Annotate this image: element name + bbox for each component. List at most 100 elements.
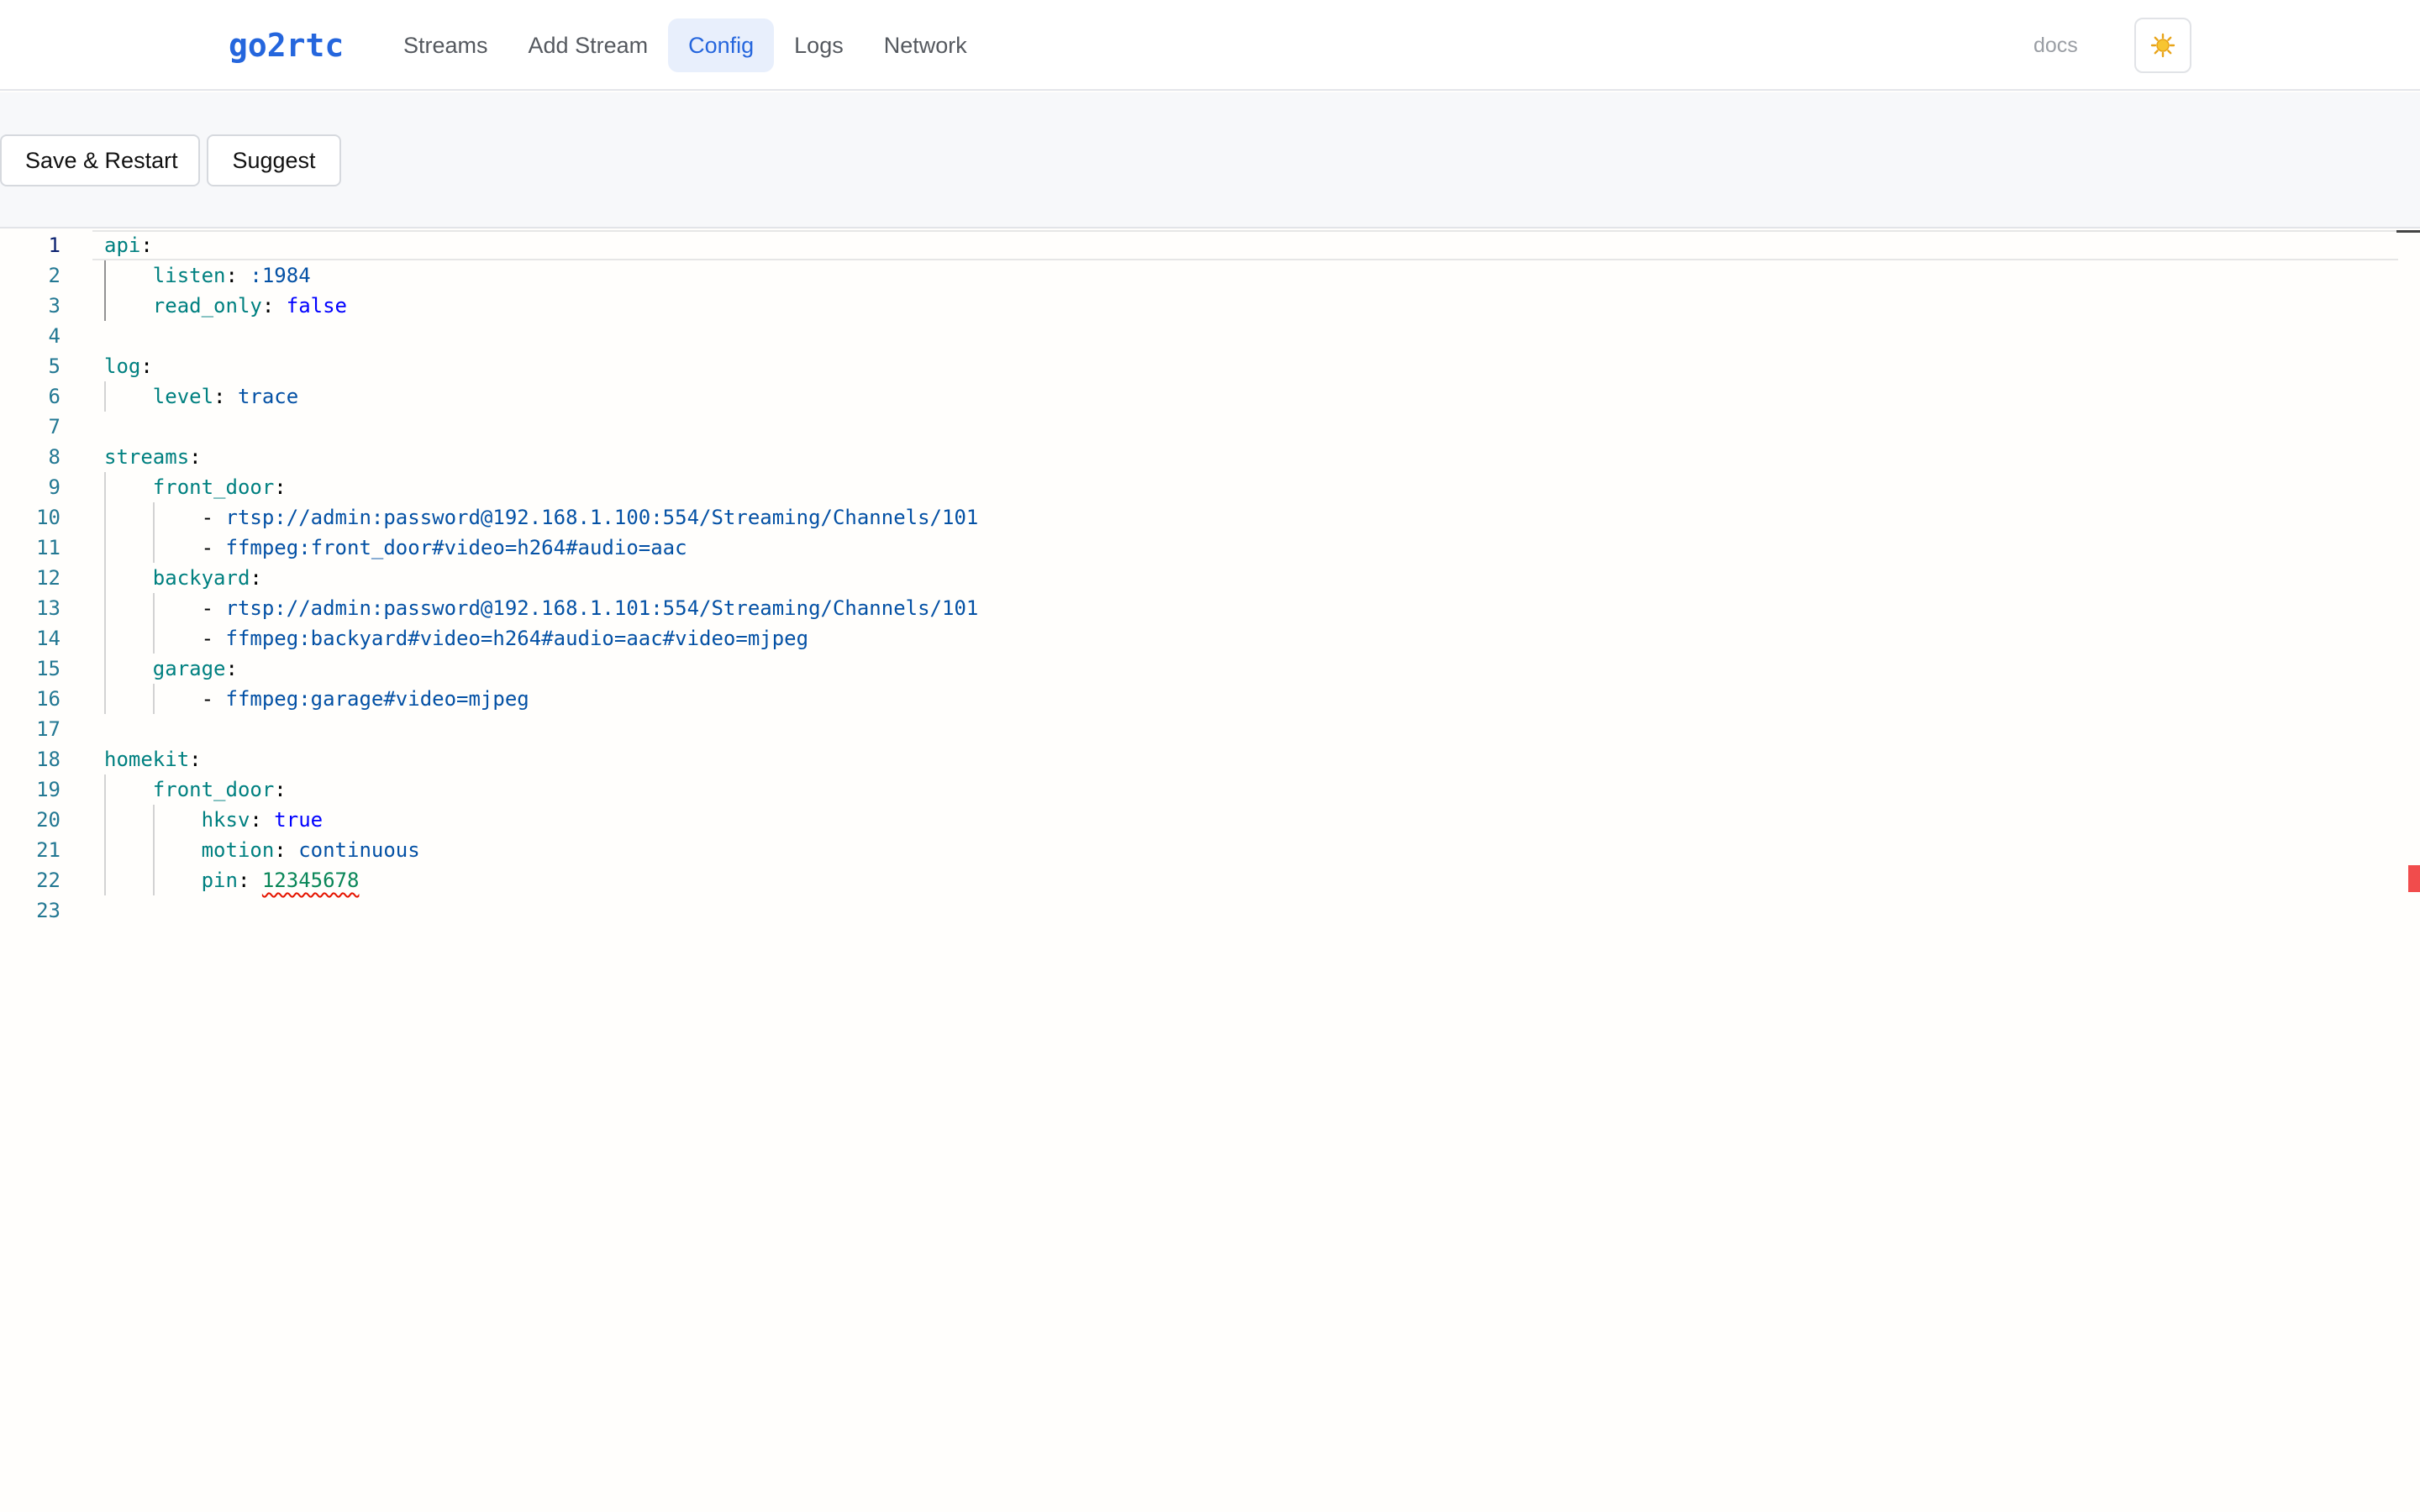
- code-token: true: [274, 808, 324, 832]
- code-token: listen: [152, 264, 226, 287]
- code-line: front_door:: [153, 774, 287, 805]
- line-number: 5: [48, 354, 60, 378]
- code-line: - ffmpeg:backyard#video=h264#audio=aac#v…: [202, 623, 808, 654]
- line-number: 2: [48, 264, 60, 287]
- code-line: garage:: [153, 654, 238, 684]
- code-token: :: [274, 838, 299, 862]
- code-token: :: [140, 234, 153, 257]
- sun-icon: [2150, 33, 2175, 58]
- code-token: :1984: [250, 264, 311, 287]
- code-token: :: [225, 657, 238, 680]
- code-token: :: [213, 385, 238, 408]
- line-number: 3: [48, 294, 60, 318]
- brand-logo[interactable]: go2rtc: [229, 24, 344, 67]
- code-token: trace: [237, 385, 299, 408]
- code-token: -: [201, 627, 226, 650]
- code-token: :: [250, 566, 262, 590]
- code-line: motion: continuous: [202, 835, 420, 865]
- code-line: api:: [104, 230, 153, 260]
- code-token: front_door: [152, 475, 275, 499]
- code-token: ffmpeg:backyard#video=h264#audio=aac#vid…: [225, 627, 809, 650]
- code-token: :: [225, 264, 250, 287]
- indent-guide: [104, 381, 106, 412]
- code-token: :: [274, 475, 287, 499]
- nav-links: Streams Add Stream Config Logs Network: [383, 18, 987, 72]
- code-line: homekit:: [104, 744, 202, 774]
- line-number: 18: [36, 748, 60, 771]
- code-token: api: [104, 234, 141, 257]
- code-token: motion: [201, 838, 275, 862]
- code-token: level: [152, 385, 214, 408]
- code-token: pin: [201, 869, 238, 892]
- line-number: 4: [48, 324, 60, 348]
- code-line: log:: [104, 351, 153, 381]
- code-token: :: [140, 354, 153, 378]
- indent-guide: [152, 502, 155, 563]
- line-number: 6: [48, 385, 60, 408]
- code-token: streams: [104, 445, 190, 469]
- line-number: 1: [48, 234, 60, 257]
- theme-toggle-button[interactable]: [2134, 18, 2191, 73]
- line-number: 21: [36, 838, 60, 862]
- code-token: garage: [152, 657, 226, 680]
- line-number: 10: [36, 506, 60, 529]
- error-scroll-marker[interactable]: [2408, 865, 2420, 892]
- code-line: hksv: true: [202, 805, 324, 835]
- current-line-highlight: [92, 230, 2398, 260]
- code-line: - ffmpeg:garage#video=mjpeg: [202, 684, 529, 714]
- code-token: front_door: [152, 778, 275, 801]
- line-number: 9: [48, 475, 60, 499]
- line-number: 15: [36, 657, 60, 680]
- code-token: :: [237, 869, 262, 892]
- code-token: -: [201, 536, 226, 559]
- code-token: false: [286, 294, 347, 318]
- code-line: - ffmpeg:front_door#video=h264#audio=aac: [202, 533, 687, 563]
- code-token: -: [201, 596, 226, 620]
- code-line: streams:: [104, 442, 202, 472]
- code-token: -: [201, 687, 226, 711]
- code-line: read_only: false: [153, 291, 347, 321]
- code-line: backyard:: [153, 563, 262, 593]
- nav-streams[interactable]: Streams: [383, 18, 508, 72]
- line-number: 11: [36, 536, 60, 559]
- save-restart-button[interactable]: Save & Restart: [0, 134, 200, 186]
- code-line: pin: 12345678: [202, 865, 360, 895]
- nav-add-stream[interactable]: Add Stream: [508, 18, 669, 72]
- code-line: - rtsp://admin:password@192.168.1.101:55…: [202, 593, 979, 623]
- line-number: 14: [36, 627, 60, 650]
- indent-guide: [152, 593, 155, 654]
- code-token: :: [274, 778, 287, 801]
- code-token: -: [201, 506, 226, 529]
- code-token: hksv: [201, 808, 250, 832]
- line-number: 8: [48, 445, 60, 469]
- nav-network[interactable]: Network: [864, 18, 987, 72]
- nav-config[interactable]: Config: [668, 18, 775, 72]
- suggest-button[interactable]: Suggest: [207, 134, 341, 186]
- indent-guide: [152, 684, 155, 714]
- line-number: 17: [36, 717, 60, 741]
- code-line: listen: :1984: [153, 260, 311, 291]
- config-toolbar: Save & Restart Suggest: [0, 92, 2420, 228]
- code-token: rtsp://admin:password@192.168.1.100:554/…: [225, 506, 979, 529]
- line-number: 23: [36, 899, 60, 922]
- overview-ruler-cursor: [2396, 230, 2420, 233]
- line-number: 19: [36, 778, 60, 801]
- code-token: homekit: [104, 748, 190, 771]
- code-token: :: [250, 808, 275, 832]
- code-line: level: trace: [153, 381, 298, 412]
- code-token: continuous: [298, 838, 420, 862]
- error-token: 12345678: [261, 869, 360, 892]
- indent-guide: [152, 805, 155, 895]
- indent-guide: [104, 472, 106, 714]
- docs-link[interactable]: docs: [2033, 25, 2078, 66]
- code-line: front_door:: [153, 472, 287, 502]
- code-token: ffmpeg:front_door#video=h264#audio=aac: [225, 536, 687, 559]
- indent-guide: [104, 260, 106, 321]
- line-number: 13: [36, 596, 60, 620]
- nav-logs[interactable]: Logs: [774, 18, 864, 72]
- line-number: 20: [36, 808, 60, 832]
- code-token: read_only: [152, 294, 262, 318]
- code-token: ffmpeg:garage#video=mjpeg: [225, 687, 529, 711]
- config-editor[interactable]: 1 2 3 4 5 6 7 8 9 10 11 12 13 14 15 16 17 18 19 20 21 22 23 ap…: [0, 230, 2420, 1512]
- line-number: 22: [36, 869, 60, 892]
